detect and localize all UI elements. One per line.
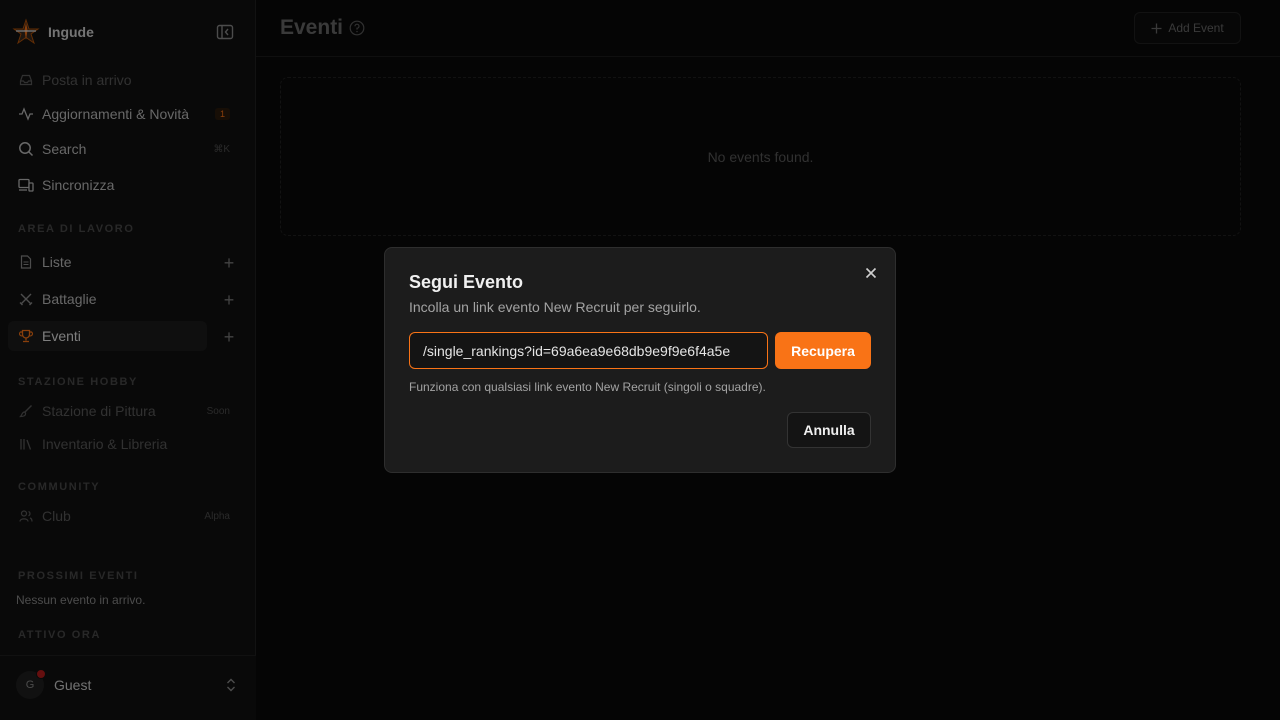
fetch-button[interactable]: Recupera: [775, 332, 871, 369]
close-icon[interactable]: [863, 265, 879, 281]
dialog-description: Incolla un link evento New Recruit per s…: [409, 299, 701, 315]
dialog-hint: Funziona con qualsiasi link evento New R…: [409, 380, 766, 394]
cancel-button[interactable]: Annulla: [787, 412, 871, 448]
follow-event-dialog: Segui Evento Incolla un link evento New …: [384, 247, 896, 473]
dialog-title: Segui Evento: [409, 272, 524, 292]
event-link-input[interactable]: [409, 332, 768, 369]
